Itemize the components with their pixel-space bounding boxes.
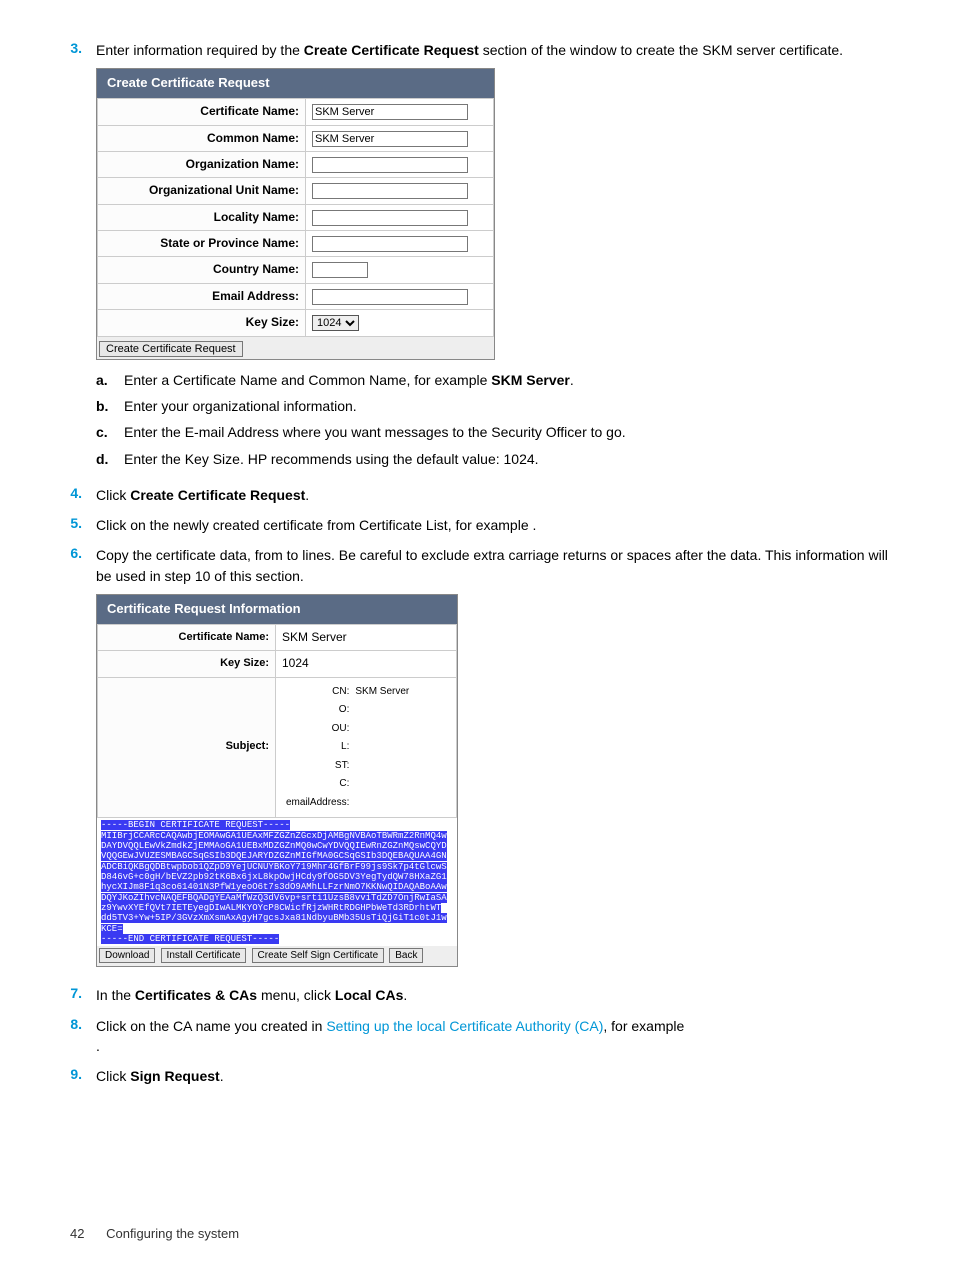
- input-common-name[interactable]: [312, 131, 468, 147]
- label-cert-name: Certificate Name:: [98, 99, 306, 125]
- step-number: 9.: [60, 1066, 96, 1086]
- step-number: 4.: [60, 485, 96, 505]
- step7-bold1: Certificates & CAs: [135, 987, 257, 1003]
- sub-b-text: Enter your organizational information.: [124, 396, 357, 416]
- step6-mid: to: [287, 547, 303, 563]
- panel-header: Create Certificate Request: [97, 69, 494, 98]
- label-state: State or Province Name:: [98, 231, 306, 257]
- sub-c-text: Enter the E-mail Address where you want …: [124, 422, 626, 442]
- input-state[interactable]: [312, 236, 468, 252]
- cert-pem-text[interactable]: -----BEGIN CERTIFICATE REQUEST----- MIIB…: [97, 818, 457, 946]
- step3-bold: Create Certificate Request: [304, 42, 479, 58]
- info-value-keysize: 1024: [276, 651, 457, 677]
- install-cert-button[interactable]: Install Certificate: [161, 948, 247, 963]
- label-email: Email Address:: [98, 283, 306, 309]
- step3-text-before: Enter information required by the: [96, 42, 304, 58]
- step5-after: .: [533, 517, 537, 533]
- step4-after: .: [305, 487, 309, 503]
- step-number: 6.: [60, 545, 96, 975]
- select-keysize[interactable]: 1024: [312, 315, 359, 331]
- substep-c: c. Enter the E-mail Address where you wa…: [96, 422, 894, 442]
- step7-after: .: [403, 987, 407, 1003]
- step8-after: , for example: [603, 1018, 684, 1034]
- step6-before: Copy the certificate data, from: [96, 547, 287, 563]
- download-button[interactable]: Download: [99, 948, 155, 963]
- subject-o: [353, 702, 448, 719]
- step7-mid: menu, click: [257, 987, 335, 1003]
- label-ou-name: Organizational Unit Name:: [98, 178, 306, 204]
- step-number: 5.: [60, 515, 96, 535]
- subject-table: CN:SKM Server O: OU: L: ST: C: emailAddr…: [282, 682, 450, 814]
- input-ou-name[interactable]: [312, 183, 468, 199]
- substep-b: b. Enter your organizational information…: [96, 396, 894, 416]
- label-country: Country Name:: [98, 257, 306, 283]
- step-5: 5. Click on the newly created certificat…: [60, 515, 894, 535]
- step4-bold: Create Certificate Request: [130, 487, 305, 503]
- label-locality: Locality Name:: [98, 204, 306, 230]
- step-9: 9. Click Sign Request.: [60, 1066, 894, 1086]
- step-6: 6. Copy the certificate data, from to li…: [60, 545, 894, 975]
- input-email[interactable]: [312, 289, 468, 305]
- step3-text-after: section of the window to create the SKM …: [479, 42, 843, 58]
- label-org-name: Organization Name:: [98, 151, 306, 177]
- cert-request-info-panel: Certificate Request Information Certific…: [96, 594, 458, 967]
- label-keysize: Key Size:: [98, 310, 306, 336]
- input-org-name[interactable]: [312, 157, 468, 173]
- step8-tail: .: [96, 1038, 100, 1054]
- sub-num-c: c.: [96, 422, 124, 442]
- subject-ou: [353, 721, 448, 738]
- label-common-name: Common Name:: [98, 125, 306, 151]
- sub-a-before: Enter a Certificate Name and Common Name…: [124, 372, 491, 388]
- input-country[interactable]: [312, 262, 368, 278]
- step4-before: Click: [96, 487, 130, 503]
- subject-email: [353, 795, 448, 812]
- step7-bold2: Local CAs: [335, 987, 403, 1003]
- subject-st: [353, 758, 448, 775]
- ca-setup-link[interactable]: Setting up the local Certificate Authori…: [326, 1018, 603, 1034]
- step-3: 3. Enter information required by the Cre…: [60, 40, 894, 475]
- info-value-certname: SKM Server: [276, 624, 457, 650]
- step9-after: .: [220, 1068, 224, 1084]
- create-cert-request-button[interactable]: Create Certificate Request: [99, 341, 243, 357]
- step5-before: Click on the newly created certificate f…: [96, 517, 533, 533]
- info-label-subject: Subject:: [98, 677, 276, 818]
- subject-cn: SKM Server: [353, 684, 448, 701]
- footer-title: Configuring the system: [106, 1226, 239, 1241]
- sub-num-a: a.: [96, 370, 124, 390]
- substep-d: d. Enter the Key Size. HP recommends usi…: [96, 449, 894, 469]
- step-number: 7.: [60, 985, 96, 1005]
- info-header: Certificate Request Information: [97, 595, 457, 624]
- subject-c: [353, 776, 448, 793]
- input-locality[interactable]: [312, 210, 468, 226]
- step8-before: Click on the CA name you created in: [96, 1018, 326, 1034]
- step-4: 4. Click Create Certificate Request.: [60, 485, 894, 505]
- info-label-certname: Certificate Name:: [98, 624, 276, 650]
- step7-before: In the: [96, 987, 135, 1003]
- create-cert-request-panel: Create Certificate Request Certificate N…: [96, 68, 495, 359]
- sub-num-d: d.: [96, 449, 124, 469]
- step9-before: Click: [96, 1068, 130, 1084]
- self-sign-button[interactable]: Create Self Sign Certificate: [252, 948, 385, 963]
- step-number: 8.: [60, 1016, 96, 1057]
- back-button[interactable]: Back: [389, 948, 423, 963]
- input-cert-name[interactable]: [312, 104, 468, 120]
- sub-num-b: b.: [96, 396, 124, 416]
- sub-a-after: .: [570, 372, 574, 388]
- step-7: 7. In the Certificates & CAs menu, click…: [60, 985, 894, 1005]
- sub-d-text: Enter the Key Size. HP recommends using …: [124, 449, 539, 469]
- step-8: 8. Click on the CA name you created in S…: [60, 1016, 894, 1057]
- step-number: 3.: [60, 40, 96, 475]
- sub-a-bold: SKM Server: [491, 372, 570, 388]
- substep-a: a. Enter a Certificate Name and Common N…: [96, 370, 894, 390]
- subject-l: [353, 739, 448, 756]
- page-number: 42: [70, 1226, 84, 1241]
- info-label-keysize: Key Size:: [98, 651, 276, 677]
- page-footer: 42 Configuring the system: [60, 1226, 894, 1241]
- step9-bold: Sign Request: [130, 1068, 219, 1084]
